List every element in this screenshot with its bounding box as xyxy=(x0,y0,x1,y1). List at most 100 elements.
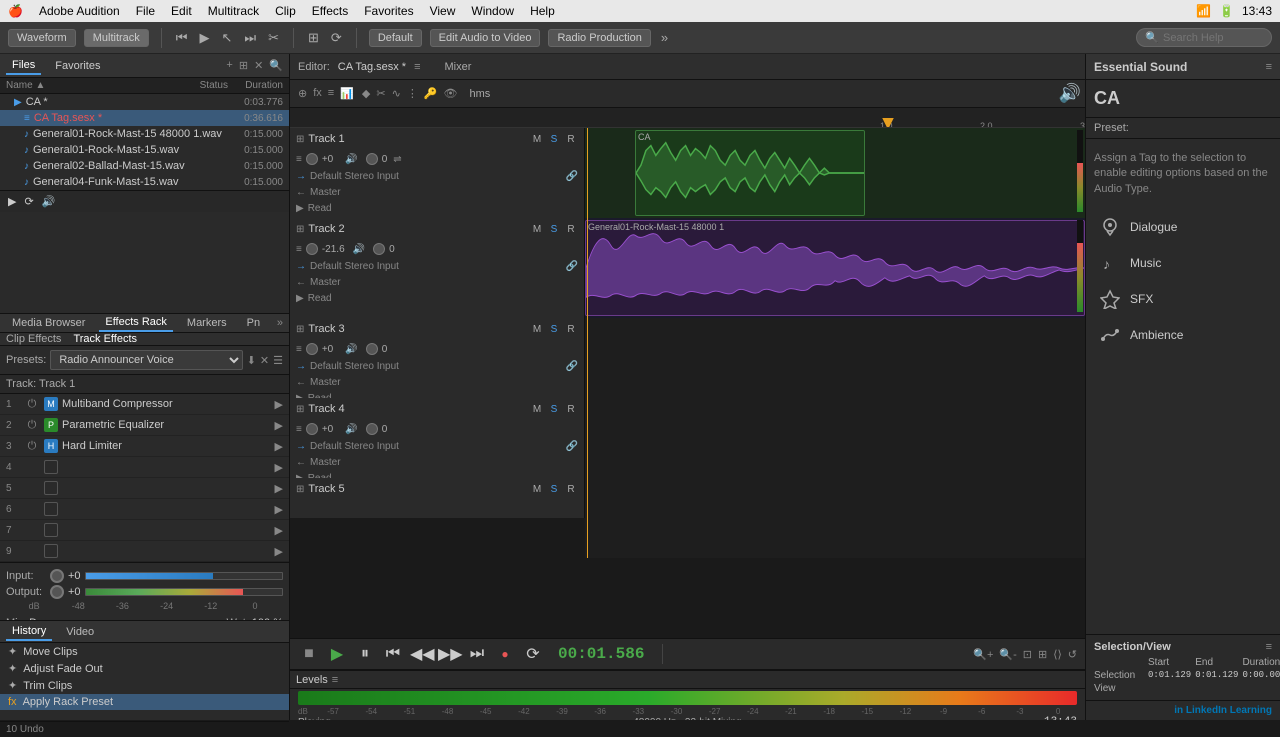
selection-view-menu-icon[interactable]: ≡ xyxy=(1266,641,1272,653)
list-item[interactable]: ≡ CA Tag.sesx * 0:36.616 xyxy=(0,110,289,126)
track-2-content[interactable]: General01-Rock-Mast-15 48000 1 xyxy=(585,218,1085,318)
media-browser-tab[interactable]: Media Browser xyxy=(6,315,91,331)
default-workspace-button[interactable]: Default xyxy=(369,29,422,47)
menu-edit[interactable]: Edit xyxy=(171,4,192,18)
tl-marker-icon[interactable]: ◆ xyxy=(362,87,370,100)
menu-audition[interactable]: Adobe Audition xyxy=(39,4,120,18)
effect-expand-icon[interactable]: ▶ xyxy=(275,524,283,537)
track-4-mute[interactable]: M xyxy=(530,404,544,415)
snap-icon[interactable]: ⊞ xyxy=(306,28,321,48)
markers-tab[interactable]: Markers xyxy=(181,315,233,331)
list-item[interactable]: ♪ General01-Rock-Mast-15 48000 1.wav 0:1… xyxy=(0,126,289,142)
menu-favorites[interactable]: Favorites xyxy=(364,4,413,18)
history-tab[interactable]: History xyxy=(6,623,52,641)
menu-file[interactable]: File xyxy=(136,4,155,18)
search-input[interactable] xyxy=(1163,32,1263,44)
track-1-pan-knob[interactable] xyxy=(366,153,378,165)
search-files-icon[interactable]: 🔍 xyxy=(269,59,283,72)
list-item[interactable]: ▶ CA * 0:03.776 xyxy=(0,94,289,110)
effects-rack-tab[interactable]: Effects Rack xyxy=(99,314,173,332)
track-1-vol-knob[interactable] xyxy=(306,153,318,165)
track-2-arm[interactable]: R xyxy=(564,224,578,235)
mini-play-btn[interactable]: ▶ xyxy=(8,195,16,208)
radio-production-button[interactable]: Radio Production xyxy=(548,29,650,47)
menu-window[interactable]: Window xyxy=(471,4,514,18)
effect-item-9[interactable]: 9 ⏻ ▶ xyxy=(0,541,289,562)
effect-item-4[interactable]: 4 ⏻ ▶ xyxy=(0,457,289,478)
menu-view[interactable]: View xyxy=(430,4,456,18)
close-file-icon[interactable]: ✕ xyxy=(254,59,263,72)
track-1-clip[interactable]: CA xyxy=(635,130,865,216)
menu-effects[interactable]: Effects xyxy=(312,4,348,18)
effect-item-6[interactable]: 6 ⏻ ▶ xyxy=(0,499,289,520)
clip-effects-tab[interactable]: Clip Effects xyxy=(6,333,61,345)
effect-expand-icon[interactable]: ▶ xyxy=(275,461,283,474)
effects-more-icon[interactable]: » xyxy=(277,317,283,329)
search-box[interactable]: 🔍 xyxy=(1136,28,1272,47)
menu-help[interactable]: Help xyxy=(530,4,555,18)
apple-menu[interactable]: 🍎 xyxy=(8,4,23,18)
track-2-vol-knob[interactable] xyxy=(306,243,318,255)
music-button[interactable]: ♪ Music xyxy=(1086,245,1280,281)
track-4-solo[interactable]: S xyxy=(547,404,561,415)
presets-select[interactable]: Radio Announcer Voice xyxy=(50,350,242,370)
files-tab[interactable]: Files xyxy=(6,57,41,75)
waveform-button[interactable]: Waveform xyxy=(8,29,76,47)
skip-forward-button[interactable]: ▶▶ xyxy=(438,644,460,664)
tl-more-icon[interactable]: ⋮ xyxy=(407,87,418,100)
full-fit-icon[interactable]: ⊞ xyxy=(1038,648,1047,661)
track-4-content[interactable] xyxy=(585,398,1085,478)
mixer-button[interactable]: Mixer xyxy=(445,61,472,73)
track-1-mute[interactable]: M xyxy=(530,134,544,145)
editor-title[interactable]: CA Tag.sesx * xyxy=(338,61,406,73)
mini-vol-btn[interactable]: 🔊 xyxy=(42,195,56,208)
track-3-arm[interactable]: R xyxy=(564,324,578,335)
effect-item-2[interactable]: 2 ⏻ P Parametric Equalizer ▶ xyxy=(0,415,289,436)
effect-item-5[interactable]: 5 ⏻ ▶ xyxy=(0,478,289,499)
tl-key-icon[interactable]: 🔑 xyxy=(424,87,438,100)
effect-expand-icon[interactable]: ▶ xyxy=(275,545,283,558)
razor-icon[interactable]: ✂ xyxy=(266,28,281,48)
tl-fx-icon[interactable]: fx xyxy=(313,87,322,100)
track-1-arm[interactable]: R xyxy=(564,134,578,145)
levels-menu-icon[interactable]: ≡ xyxy=(332,674,338,686)
save-preset-icon[interactable]: ⬇ xyxy=(247,354,256,367)
track-2-clip[interactable]: General01-Rock-Mast-15 48000 1 xyxy=(585,220,1085,316)
track-4-vol-knob[interactable] xyxy=(306,423,318,435)
list-item[interactable]: ♪ General04-Funk-Mast-15.wav 0:15.000 xyxy=(0,174,289,190)
loop-icon[interactable]: ⟳ xyxy=(329,28,344,48)
track-2-mute[interactable]: M xyxy=(530,224,544,235)
effect-item-7[interactable]: 7 ⏻ ▶ xyxy=(0,520,289,541)
track-2-pan-knob[interactable] xyxy=(373,243,385,255)
track-5-mute[interactable]: M xyxy=(530,484,544,495)
track-effects-tab[interactable]: Track Effects xyxy=(73,333,137,345)
effect-expand-icon[interactable]: ▶ xyxy=(275,398,283,411)
loop-button[interactable]: ⟳ xyxy=(522,644,544,664)
skip-back-button[interactable]: ◀◀ xyxy=(410,644,432,664)
pn-tab[interactable]: Pn xyxy=(241,315,266,331)
record-button[interactable]: ● xyxy=(494,647,516,661)
ambience-button[interactable]: Ambience xyxy=(1086,317,1280,353)
track-4-arm[interactable]: R xyxy=(564,404,578,415)
more-presets-icon[interactable]: ☰ xyxy=(273,354,283,367)
track-5-content[interactable] xyxy=(585,478,1085,558)
menu-clip[interactable]: Clip xyxy=(275,4,296,18)
list-item[interactable]: ✦ Move Clips xyxy=(0,643,289,660)
favorites-tab[interactable]: Favorites xyxy=(49,58,106,74)
track-5-arm[interactable]: R xyxy=(564,484,578,495)
in-point-icon[interactable]: ⏭ xyxy=(242,28,258,48)
effect-expand-icon[interactable]: ▶ xyxy=(275,440,283,453)
rewind-to-start-button[interactable]: ⏮ xyxy=(382,645,404,663)
tl-bars-icon[interactable]: ≡ xyxy=(328,87,334,100)
tl-levels-icon[interactable]: 📊 xyxy=(340,87,354,100)
pause-button[interactable]: ⏸ xyxy=(354,645,376,663)
list-item[interactable]: ✦ Trim Clips xyxy=(0,677,289,694)
effect-power-btn[interactable]: ⏻ xyxy=(24,398,40,411)
sfx-button[interactable]: SFX xyxy=(1086,281,1280,317)
zoom-out-icon[interactable]: 🔍- xyxy=(999,648,1016,661)
essential-sound-menu-icon[interactable]: ≡ xyxy=(1266,61,1272,73)
mini-loop-btn[interactable]: ⟳ xyxy=(24,195,33,208)
loop-region-icon[interactable]: ↺ xyxy=(1068,648,1077,661)
rewind-icon[interactable]: ⏮ xyxy=(174,28,190,48)
list-item[interactable]: ♪ General02-Ballad-Mast-15.wav 0:15.000 xyxy=(0,158,289,174)
